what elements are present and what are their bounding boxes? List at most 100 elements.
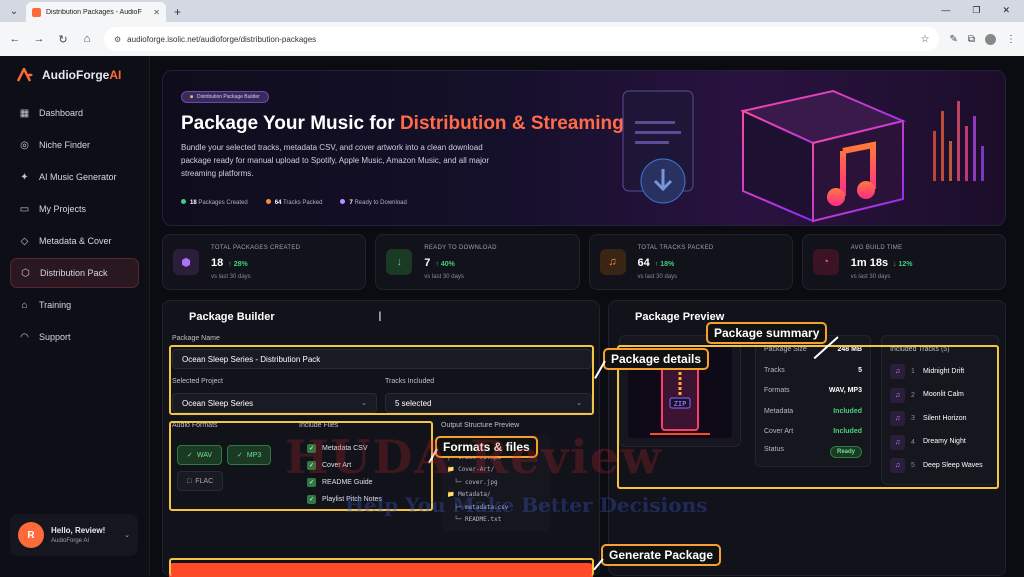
url-text: audioforge.isolic.net/audioforge/distrib… (127, 34, 317, 44)
hero-stats: 18 Packages Created 64 Tracks Packed 7 Rea… (181, 199, 407, 206)
logo-mark-icon (16, 68, 33, 82)
stat-number: 7 (424, 257, 431, 269)
highlight-generate-package (169, 558, 594, 576)
stats-row: ⬢ TOTAL PACKAGES CREATED 18 ↑ 28% vs last 30… (162, 234, 1006, 290)
chevron-down-icon[interactable]: ⌄ (124, 531, 130, 539)
maximize-icon[interactable]: ❐ (972, 5, 980, 16)
stat-card: ◔ AVG BUILD TIME 1m 18s ↓ 12% vs last 30 day… (801, 234, 1006, 290)
new-tab-icon[interactable]: + (174, 5, 181, 19)
stat-value: 18 ↑ 28% (211, 257, 248, 269)
close-window-icon[interactable]: ✕ (1002, 5, 1010, 16)
sidebar-item-ai-music-generator[interactable]: ✦ AI Music Generator (10, 162, 139, 192)
headset-icon: ◠ (20, 331, 29, 343)
logo-text: AudioForge (42, 68, 110, 82)
sidebar-item-label: AI Music Generator (39, 172, 117, 182)
package-box-icon (739, 89, 907, 223)
sidebar-item-label: My Projects (39, 204, 87, 214)
box-icon: ■ (190, 94, 194, 100)
stat-number: 64 (637, 257, 650, 269)
box-icon: ⬡ (21, 267, 30, 279)
bookmark-star-icon[interactable]: ☆ (921, 34, 930, 45)
stat-card: ↓ READY TO DOWNLOAD 7 ↑ 40% vs last 30 days (375, 234, 580, 290)
hero-badge-label: Distribution Package Builder (197, 94, 260, 100)
stat-sub: vs last 30 days (850, 274, 891, 280)
stat-value: 64 ↑ 18% (638, 257, 675, 269)
hero-stat-value: 64 (274, 200, 282, 206)
equalizer-bars-icon (933, 101, 984, 181)
sidebar-item-metadata-cover[interactable]: ◇ Metadata & Cover (10, 226, 139, 256)
sidebar-item-my-projects[interactable]: ▭ My Projects (10, 194, 139, 224)
sidebar-nav: ▦ Dashboard ◎ Niche Finder ✦ AI Music Generat… (0, 98, 149, 352)
stat-number: 18 (211, 257, 224, 269)
text-cursor-icon: I (378, 308, 382, 324)
stat-number: 1m 18s (850, 257, 889, 269)
callout-package-summary: Package summary (706, 322, 828, 344)
stat-label: READY TO DOWNLOAD (424, 245, 497, 251)
browser-tab[interactable]: Distribution Packages - AudioF ✕ (26, 2, 166, 22)
sidebar-item-distribution-pack[interactable]: ⬡ Distribution Pack (10, 258, 139, 288)
sidebar-item-label: Support (39, 332, 71, 342)
stat-sub: vs last 30 days (211, 274, 251, 280)
watermark-tagline: Help You Make Better Decisions (345, 493, 708, 517)
back-icon[interactable]: ← (8, 33, 22, 45)
hero-badge: ■ Distribution Package Builder (181, 91, 269, 103)
reload-icon[interactable]: ↻ (56, 33, 70, 46)
compass-icon: ◎ (20, 139, 29, 151)
sidebar-item-label: Metadata & Cover (39, 236, 112, 246)
pen-icon[interactable]: ✎ (949, 34, 957, 45)
document-icon (622, 90, 694, 204)
watermark: HUDA Review (285, 430, 663, 484)
hexagon-icon: ⬢ (173, 249, 199, 275)
sidebar-item-label: Training (39, 300, 72, 310)
site-info-icon[interactable]: ⚙ (114, 35, 121, 44)
profile-icon[interactable] (985, 33, 996, 45)
stat-label: AVG BUILD TIME (850, 245, 903, 251)
sidebar-item-dashboard[interactable]: ▦ Dashboard (10, 98, 139, 128)
user-sub: AudioForge AI (51, 538, 90, 544)
hero-banner: ■ Distribution Package Builder Package Y… (162, 70, 1006, 226)
user-card[interactable]: R Hello, Review! AudioForge AI ⌄ (10, 514, 138, 556)
minimize-icon[interactable]: — (941, 5, 950, 16)
hero-stat-label: Packages Created (198, 200, 248, 206)
hero-stat: 7 Ready to Download (340, 199, 407, 206)
callout-generate-package: Generate Package (601, 544, 722, 566)
stat-dot-icon (340, 199, 346, 204)
extensions-icon[interactable]: ⧉ (968, 34, 975, 45)
stat-trend: ↓ 12% (893, 261, 913, 268)
stat-sub: vs last 30 days (637, 274, 678, 280)
page-title: Package Your Music for Distribution & St… (181, 113, 624, 135)
forward-icon[interactable]: → (32, 33, 46, 45)
graduation-icon: ⌂ (21, 299, 28, 311)
stat-trend: ↑ 18% (654, 261, 675, 268)
stat-trend: ↑ 40% (435, 261, 455, 268)
hero-stat-value: 18 (190, 200, 197, 206)
menu-icon[interactable]: ⋮ (1006, 34, 1016, 45)
user-greeting: Hello, Review! (51, 526, 106, 535)
stat-trend: ↑ 28% (228, 261, 248, 268)
stat-value: 1m 18s ↓ 12% (851, 257, 913, 269)
sidebar-item-label: Dashboard (39, 108, 84, 118)
window-controls: — ❐ ✕ (941, 5, 1024, 22)
tab-list-chevron-icon[interactable]: ⌄ (6, 3, 22, 19)
callout-package-details: Package details (603, 348, 710, 370)
stat-dot-icon (265, 199, 271, 204)
tab-close-icon[interactable]: ✕ (153, 8, 160, 17)
sidebar-item-label: Distribution Pack (40, 268, 108, 278)
address-bar[interactable]: ⚙ audioforge.isolic.net/audioforge/distr… (104, 27, 940, 51)
sparkle-icon: ✦ (20, 171, 29, 183)
sidebar-item-support[interactable]: ◠ Support (10, 322, 139, 352)
favicon-icon (32, 7, 41, 17)
stat-label: TOTAL PACKAGES CREATED (211, 245, 301, 251)
hero-stat: 64 Tracks Packed (265, 199, 322, 206)
stat-card: ⬢ TOTAL PACKAGES CREATED 18 ↑ 28% vs last 30… (162, 234, 367, 290)
sidebar-item-niche-finder[interactable]: ◎ Niche Finder (10, 130, 139, 160)
hero-stat-label: Ready to Download (354, 200, 407, 206)
home-icon[interactable]: ⌂ (80, 33, 94, 45)
package-name-label: Package Name (172, 335, 220, 342)
nav-bar: ← → ↻ ⌂ ⚙ audioforge.isolic.net/audiofor… (0, 22, 1024, 56)
hero-illustration (622, 89, 984, 223)
stat-label: TOTAL TRACKS PACKED (637, 245, 714, 251)
hero-stat-value: 7 (349, 200, 353, 206)
app-logo[interactable]: AudioForgeAI (0, 56, 149, 96)
sidebar-item-training[interactable]: ⌂ Training (10, 290, 139, 320)
